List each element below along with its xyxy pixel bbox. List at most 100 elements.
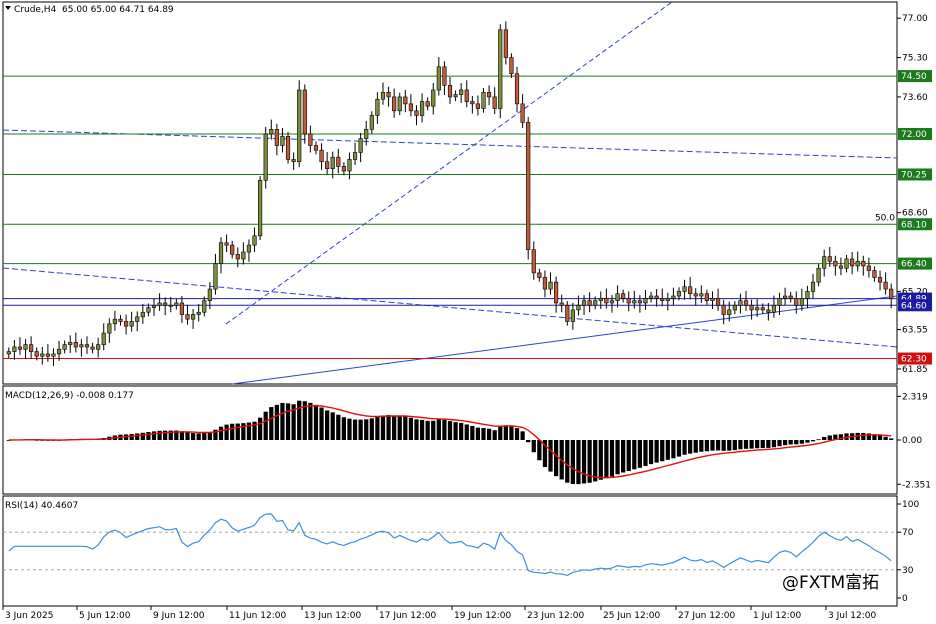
candle[interactable]: [794, 298, 799, 306]
candle[interactable]: [23, 344, 28, 350]
candle[interactable]: [56, 348, 62, 355]
candle[interactable]: [609, 300, 615, 304]
candle[interactable]: [140, 311, 145, 318]
candle[interactable]: [581, 300, 587, 306]
candle[interactable]: [285, 135, 291, 160]
candle[interactable]: [727, 309, 732, 315]
candle[interactable]: [755, 307, 760, 311]
candle[interactable]: [213, 263, 218, 290]
candle[interactable]: [179, 302, 185, 315]
candle[interactable]: [559, 302, 564, 306]
candle[interactable]: [570, 309, 575, 322]
candle[interactable]: [889, 288, 894, 299]
candle[interactable]: [487, 91, 492, 98]
candle[interactable]: [542, 277, 548, 290]
candle[interactable]: [526, 122, 531, 251]
candle[interactable]: [274, 129, 279, 146]
candle[interactable]: [833, 260, 838, 267]
candle[interactable]: [191, 314, 196, 320]
candle[interactable]: [626, 298, 631, 304]
candle[interactable]: [475, 103, 481, 109]
candle[interactable]: [325, 161, 330, 169]
candle[interactable]: [101, 332, 106, 345]
trendline-up-steep[interactable]: [225, 1, 673, 325]
candle[interactable]: [392, 96, 397, 112]
candle[interactable]: [280, 135, 285, 146]
candle[interactable]: [855, 260, 860, 267]
candle[interactable]: [660, 298, 665, 301]
candle[interactable]: [665, 298, 670, 301]
candle[interactable]: [241, 251, 246, 260]
candle[interactable]: [230, 244, 235, 255]
candle[interactable]: [68, 342, 73, 345]
candle[interactable]: [671, 295, 676, 299]
candle[interactable]: [537, 272, 542, 278]
candle[interactable]: [297, 89, 302, 163]
candle[interactable]: [704, 293, 709, 301]
candle[interactable]: [218, 242, 224, 264]
candle[interactable]: [185, 314, 190, 320]
candle[interactable]: [347, 159, 352, 172]
candle[interactable]: [632, 300, 637, 304]
candle[interactable]: [743, 300, 749, 306]
candle[interactable]: [6, 351, 11, 355]
candle[interactable]: [598, 298, 603, 301]
candle[interactable]: [397, 96, 402, 112]
candle[interactable]: [587, 300, 592, 306]
candle[interactable]: [96, 344, 101, 350]
candle[interactable]: [816, 267, 821, 283]
candle[interactable]: [783, 295, 788, 299]
candle[interactable]: [112, 318, 117, 325]
candle[interactable]: [414, 110, 419, 116]
candle[interactable]: [721, 304, 726, 315]
candle[interactable]: [129, 321, 134, 327]
candle[interactable]: [693, 293, 698, 297]
candle[interactable]: [637, 300, 642, 304]
candle[interactable]: [352, 152, 358, 160]
candle[interactable]: [291, 159, 296, 163]
candle[interactable]: [17, 346, 23, 350]
candle[interactable]: [715, 298, 721, 306]
candle[interactable]: [79, 344, 84, 348]
candle[interactable]: [838, 265, 844, 269]
candle[interactable]: [621, 293, 626, 299]
candle[interactable]: [514, 73, 520, 105]
candle[interactable]: [375, 98, 380, 116]
candle[interactable]: [369, 115, 374, 130]
candle[interactable]: [319, 149, 324, 163]
candle[interactable]: [330, 156, 335, 169]
candle[interactable]: [386, 91, 391, 98]
candle[interactable]: [403, 96, 408, 105]
candle[interactable]: [861, 260, 866, 267]
candle[interactable]: [174, 302, 179, 306]
candle[interactable]: [676, 291, 682, 297]
candle[interactable]: [252, 235, 257, 246]
candle[interactable]: [123, 321, 129, 327]
candle[interactable]: [258, 179, 263, 237]
candle[interactable]: [805, 291, 810, 299]
candle[interactable]: [302, 89, 307, 135]
candle[interactable]: [872, 270, 877, 278]
candle[interactable]: [554, 281, 559, 304]
candle[interactable]: [464, 89, 469, 102]
candle[interactable]: [442, 66, 447, 86]
candle[interactable]: [688, 286, 693, 295]
candle[interactable]: [453, 94, 458, 98]
candle[interactable]: [246, 244, 252, 253]
candle[interactable]: [90, 346, 95, 350]
candle[interactable]: [364, 129, 369, 139]
candle[interactable]: [844, 258, 849, 269]
candle[interactable]: [643, 298, 648, 304]
candle[interactable]: [503, 29, 508, 58]
candle[interactable]: [419, 101, 425, 116]
candle[interactable]: [425, 101, 430, 107]
candle[interactable]: [766, 309, 771, 313]
candle[interactable]: [604, 298, 609, 304]
candle[interactable]: [877, 277, 883, 283]
candle[interactable]: [883, 281, 888, 290]
candle[interactable]: [827, 256, 832, 262]
candle[interactable]: [308, 133, 313, 146]
candle[interactable]: [459, 89, 464, 95]
candle[interactable]: [509, 57, 514, 75]
candle[interactable]: [202, 300, 207, 313]
